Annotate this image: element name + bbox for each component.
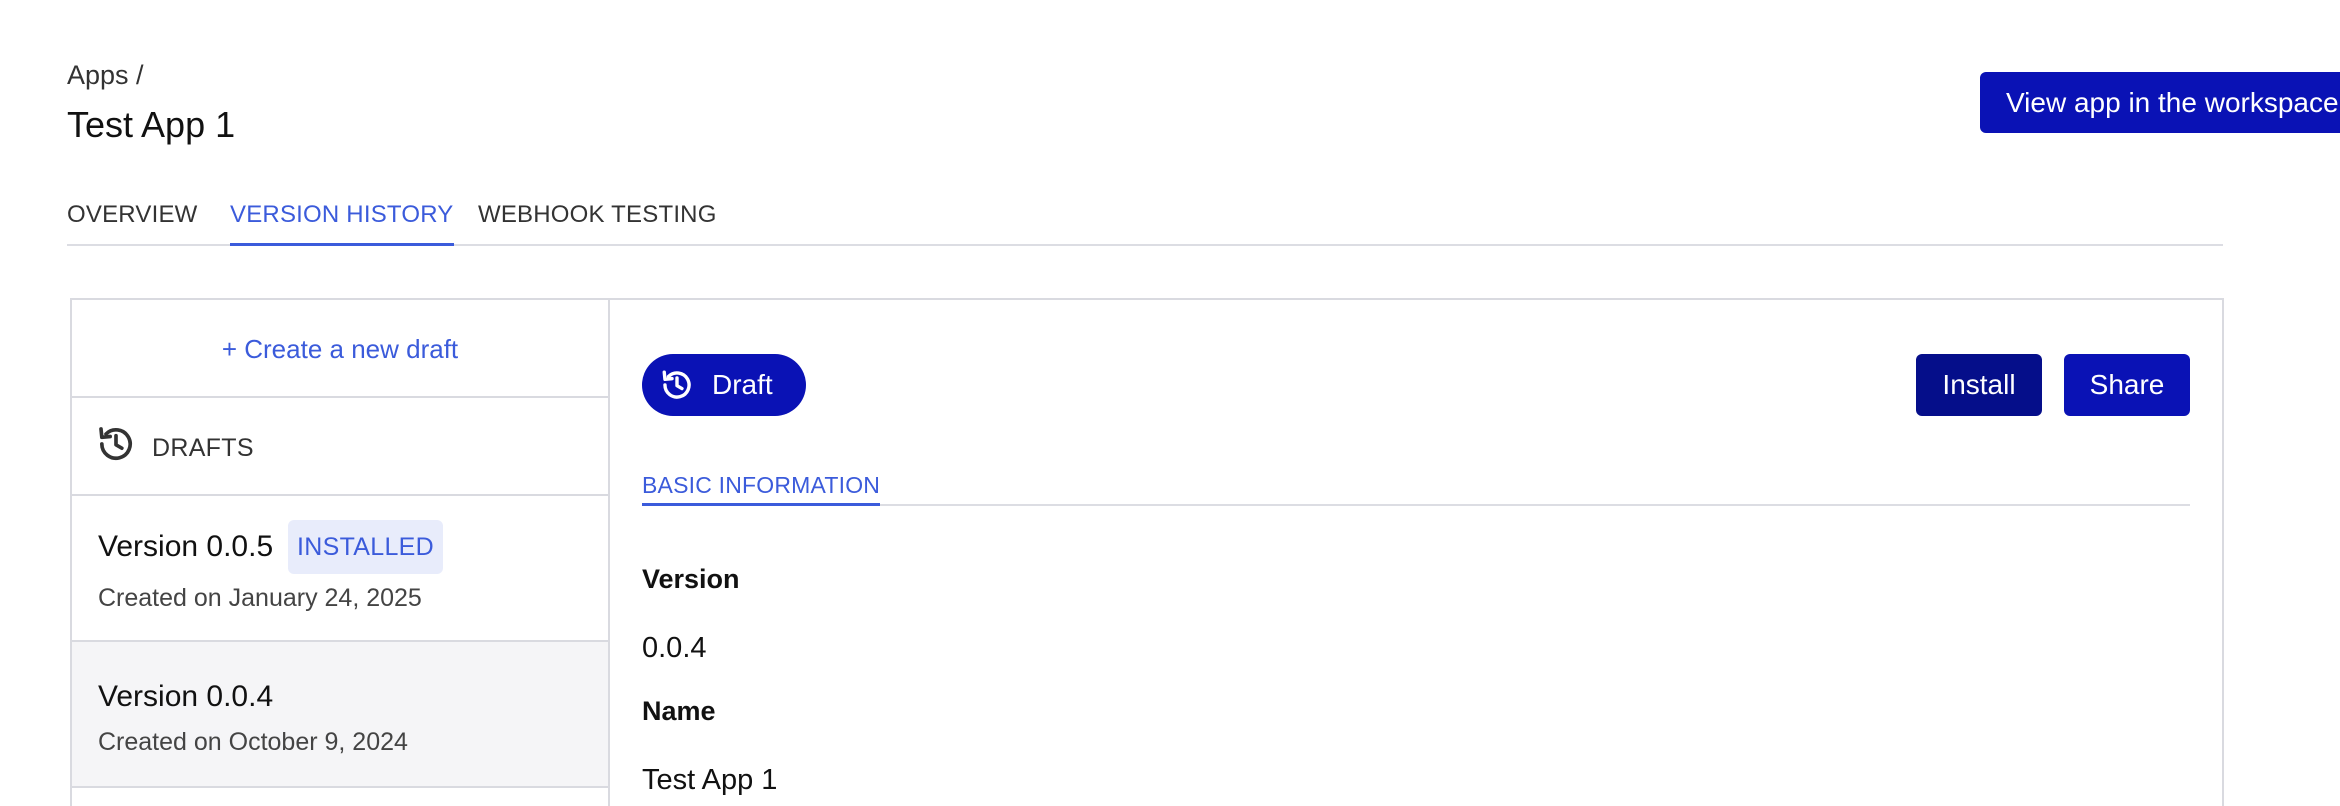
version-date: Created on January 24, 2025 [98, 584, 422, 612]
drafts-label: DRAFTS [152, 434, 254, 462]
install-button[interactable]: Install [1916, 354, 2042, 416]
breadcrumb[interactable]: Apps / [67, 60, 144, 91]
share-button[interactable]: Share [2064, 354, 2190, 416]
version-list-item[interactable]: Version 0.0.4 Created on October 9, 2024 [72, 642, 608, 788]
tab-version-history[interactable]: VERSION HISTORY [230, 198, 454, 246]
version-list-item[interactable]: Version 0.0.5 INSTALLED Created on Janua… [72, 496, 608, 642]
history-icon [99, 427, 132, 461]
installed-badge: INSTALLED [288, 520, 444, 574]
version-field-label: Version [642, 564, 740, 594]
view-in-workspace-button[interactable]: View app in the workspace [1980, 72, 2340, 133]
create-draft-button[interactable]: + Create a new draft [72, 300, 608, 398]
page-title: Test App 1 [67, 104, 236, 145]
version-panel: + Create a new draft DRAFTS Version 0.0.… [70, 298, 2224, 806]
name-field-label: Name [642, 696, 716, 726]
draft-status-pill[interactable]: Draft [642, 354, 806, 416]
version-date: Created on October 9, 2024 [98, 728, 408, 756]
name-field-value: Test App 1 [642, 764, 778, 796]
version-detail: Draft Install Share BASIC INFORMATION Ve… [612, 300, 2222, 806]
history-icon [662, 370, 691, 399]
draft-status-label: Draft [712, 369, 773, 400]
drafts-header[interactable]: DRAFTS [72, 398, 608, 496]
version-field-value: 0.0.4 [642, 632, 707, 664]
version-name: Version 0.0.5 [98, 530, 274, 563]
version-sidebar: + Create a new draft DRAFTS Version 0.0.… [72, 300, 610, 806]
tab-overview[interactable]: OVERVIEW [67, 198, 198, 246]
tab-bar: OVERVIEW VERSION HISTORY WEBHOOK TESTING [67, 198, 2223, 246]
tab-webhook-testing[interactable]: WEBHOOK TESTING [478, 198, 717, 246]
tab-basic-information[interactable]: BASIC INFORMATION [642, 472, 881, 506]
detail-subtab-bar: BASIC INFORMATION [642, 472, 2190, 506]
version-name: Version 0.0.4 [98, 680, 274, 713]
